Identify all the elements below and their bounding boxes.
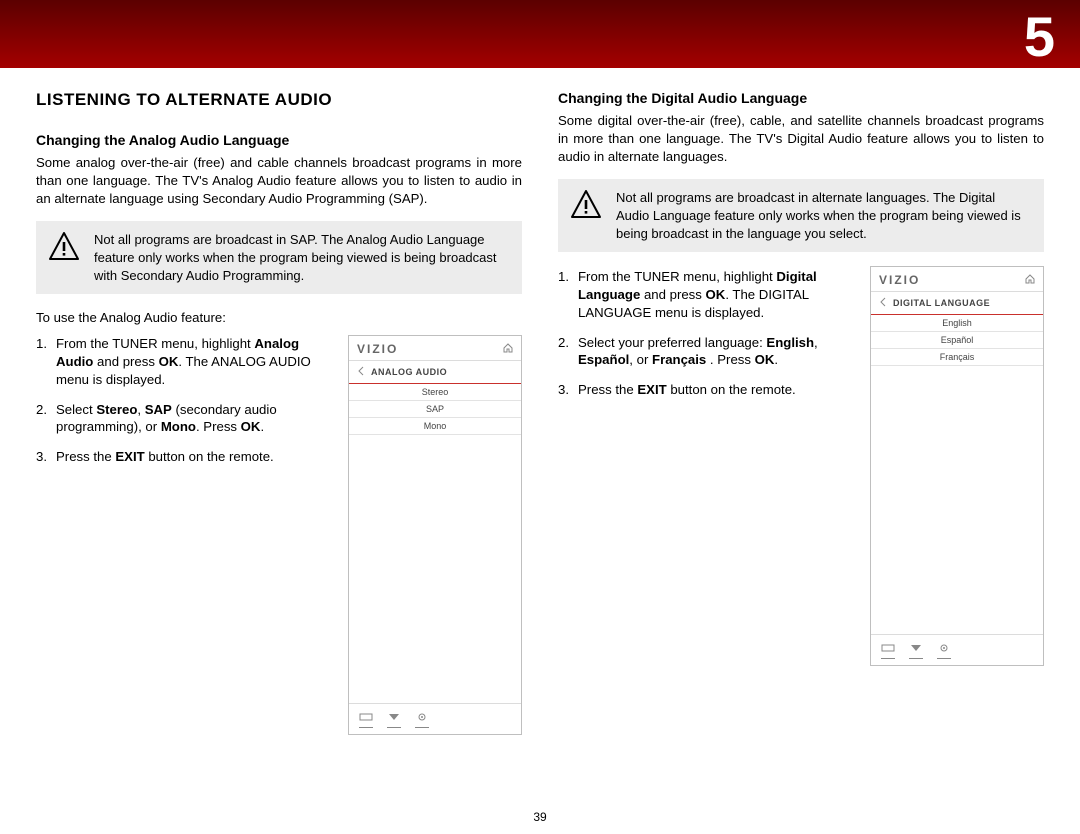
tv-item: Mono bbox=[349, 418, 521, 435]
left-step-2: Select Stereo, SAP (secondary audio prog… bbox=[36, 401, 334, 437]
left-column: LISTENING TO ALTERNATE AUDIO Changing th… bbox=[36, 90, 522, 735]
chapter-number: 5 bbox=[1024, 4, 1054, 69]
right-note-text: Not all programs are broadcast in altern… bbox=[616, 189, 1030, 242]
left-lead: To use the Analog Audio feature: bbox=[36, 310, 522, 325]
right-step-2: Select your preferred language: English,… bbox=[558, 334, 856, 370]
warning-icon bbox=[46, 231, 82, 261]
tv-item: Français bbox=[871, 349, 1043, 366]
right-note: Not all programs are broadcast in altern… bbox=[558, 179, 1044, 252]
tv-footer bbox=[871, 634, 1043, 665]
gear-icon bbox=[415, 709, 429, 728]
left-note: Not all programs are broadcast in SAP. T… bbox=[36, 221, 522, 294]
tv-item: English bbox=[871, 315, 1043, 332]
chapter-bar: 5 bbox=[0, 0, 1080, 68]
v-icon bbox=[387, 709, 401, 728]
left-step-3: Press the EXIT button on the remote. bbox=[36, 448, 334, 466]
tv-item: Stereo bbox=[349, 384, 521, 401]
right-intro: Some digital over-the-air (free), cable,… bbox=[558, 112, 1044, 165]
back-icon bbox=[357, 363, 365, 381]
tv-brand: VIZIO bbox=[357, 342, 398, 356]
tv-item: Español bbox=[871, 332, 1043, 349]
wide-icon bbox=[881, 640, 895, 659]
right-column: Changing the Digital Audio Language Some… bbox=[558, 90, 1044, 735]
warning-icon bbox=[568, 189, 604, 219]
v-icon bbox=[909, 640, 923, 659]
wide-icon bbox=[359, 709, 373, 728]
tv-menu-title: ANALOG AUDIO bbox=[371, 367, 447, 377]
tv-subheader: ANALOG AUDIO bbox=[349, 361, 521, 384]
digital-language-screenshot: VIZIO DIGITAL LANGUAGE English Español F… bbox=[870, 266, 1044, 666]
page-number: 39 bbox=[0, 810, 1080, 824]
tv-footer bbox=[349, 703, 521, 734]
left-subheading: Changing the Analog Audio Language bbox=[36, 132, 522, 148]
right-step-3: Press the EXIT button on the remote. bbox=[558, 381, 856, 399]
left-step-1: From the TUNER menu, highlight Analog Au… bbox=[36, 335, 334, 388]
left-note-text: Not all programs are broadcast in SAP. T… bbox=[94, 231, 508, 284]
tv-brand: VIZIO bbox=[879, 273, 920, 287]
home-icon bbox=[503, 340, 513, 358]
tv-item: SAP bbox=[349, 401, 521, 418]
analog-audio-screenshot: VIZIO ANALOG AUDIO Stereo SAP Mono bbox=[348, 335, 522, 735]
page-body: LISTENING TO ALTERNATE AUDIO Changing th… bbox=[0, 68, 1080, 834]
right-subheading: Changing the Digital Audio Language bbox=[558, 90, 1044, 106]
home-icon bbox=[1025, 271, 1035, 289]
back-icon bbox=[879, 294, 887, 312]
tv-header: VIZIO bbox=[871, 267, 1043, 292]
left-intro: Some analog over-the-air (free) and cabl… bbox=[36, 154, 522, 207]
tv-header: VIZIO bbox=[349, 336, 521, 361]
right-step-1: From the TUNER menu, highlight Digital L… bbox=[558, 268, 856, 321]
left-steps: From the TUNER menu, highlight Analog Au… bbox=[36, 335, 334, 478]
right-steps: From the TUNER menu, highlight Digital L… bbox=[558, 268, 856, 411]
gear-icon bbox=[937, 640, 951, 659]
tv-menu-title: DIGITAL LANGUAGE bbox=[893, 298, 990, 308]
section-title: LISTENING TO ALTERNATE AUDIO bbox=[36, 90, 522, 110]
tv-subheader: DIGITAL LANGUAGE bbox=[871, 292, 1043, 315]
